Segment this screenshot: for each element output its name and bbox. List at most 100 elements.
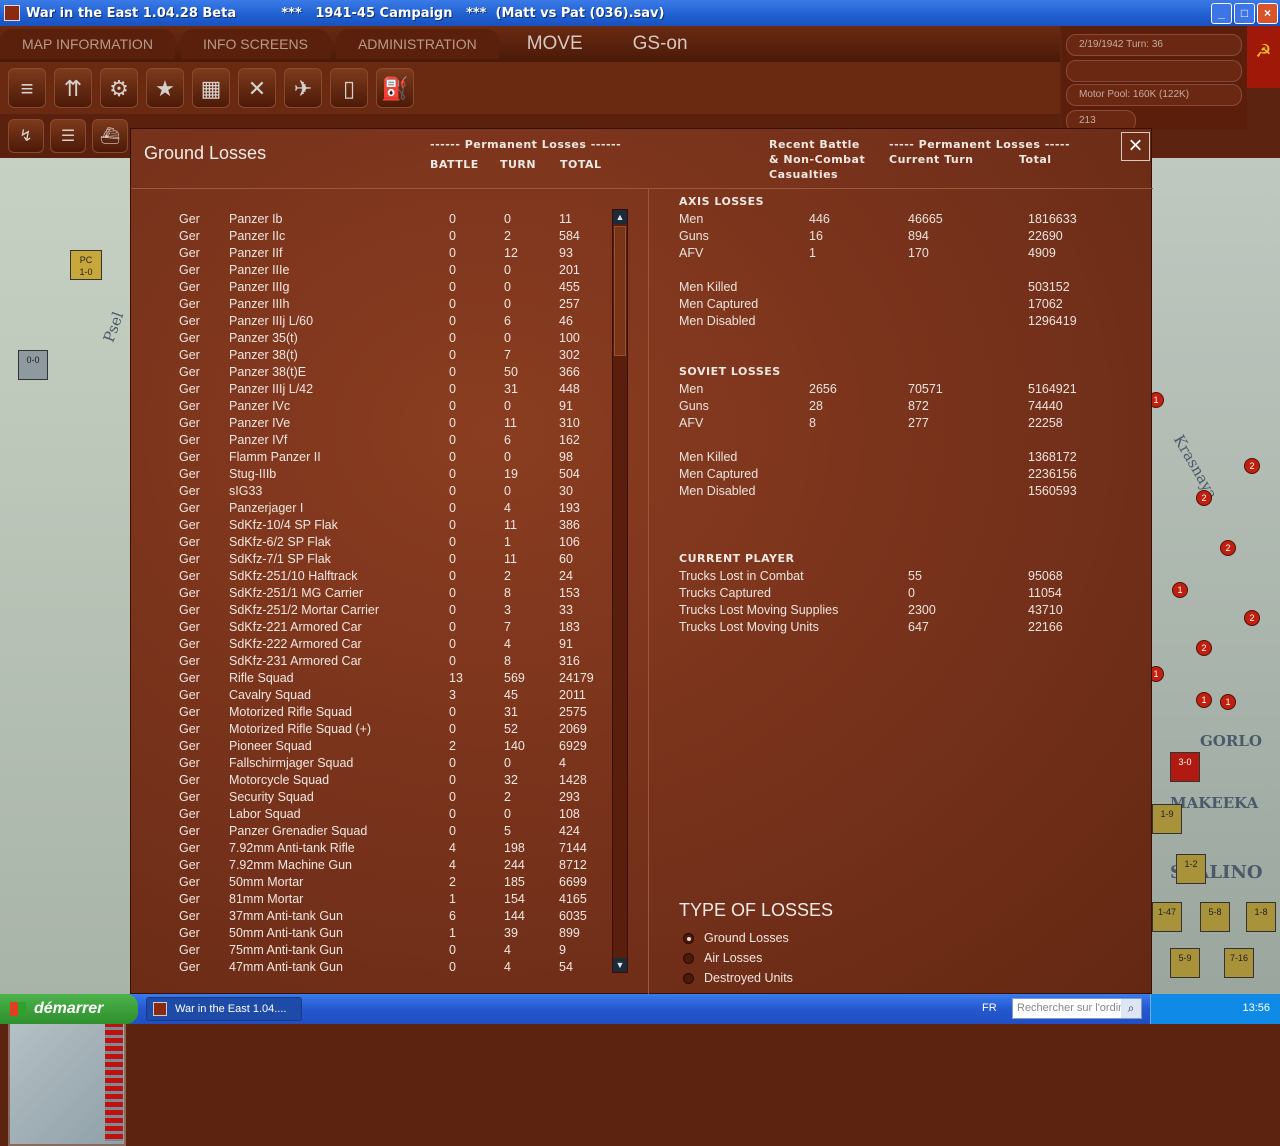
start-button[interactable]: démarrer — [0, 994, 138, 1024]
rail-icon[interactable]: ☰ — [50, 119, 86, 153]
table-row[interactable]: Ger Rifle Squad 13 569 24179 — [131, 670, 631, 687]
table-row[interactable]: Ger Panzer IVf 0 6 162 — [131, 432, 631, 449]
table-row[interactable]: Ger 81mm Mortar 1 154 4165 — [131, 891, 631, 908]
map-unit[interactable]: 3-0 — [1170, 752, 1200, 782]
aircraft-icon[interactable]: ✈ — [284, 68, 322, 108]
table-row[interactable]: Ger Security Squad 0 2 293 — [131, 789, 631, 806]
table-row[interactable]: Ger 50mm Anti-tank Gun 1 39 899 — [131, 925, 631, 942]
enemy-marker[interactable]: 2 — [1196, 490, 1212, 506]
enemy-marker[interactable]: 2 — [1220, 540, 1236, 556]
table-row[interactable]: Ger Panzer IIIh 0 0 257 — [131, 296, 631, 313]
radio-air-losses[interactable]: Air Losses — [679, 948, 762, 968]
losses-list[interactable]: Ger Panzer Ib 0 0 11 Ger Panzer IIc 0 2 584 Ger Pan… — [131, 211, 631, 976]
scroll-down-arrow-icon[interactable]: ▼ — [613, 958, 627, 972]
table-row[interactable]: Ger 47mm Anti-tank Gun 0 4 54 — [131, 959, 631, 976]
table-row[interactable]: Ger Labor Squad 0 0 108 — [131, 806, 631, 823]
crossed-swords-icon[interactable]: ✕ — [238, 68, 276, 108]
table-row[interactable]: Ger Motorized Rifle Squad 0 31 2575 — [131, 704, 631, 721]
map-unit[interactable]: 1-47 — [1152, 902, 1182, 932]
table-row[interactable]: Ger Flamm Panzer II 0 0 98 — [131, 449, 631, 466]
scrollbar-thumb[interactable] — [614, 226, 626, 356]
table-row[interactable]: Ger Panzer Ib 0 0 11 — [131, 211, 631, 228]
map-unit[interactable]: 0-0 — [18, 350, 48, 380]
taskbar-item-game[interactable]: War in the East 1.04.... — [146, 997, 302, 1021]
scroll-up-arrow-icon[interactable]: ▲ — [613, 210, 627, 224]
table-row[interactable]: Ger Panzer Grenadier Squad 0 5 424 — [131, 823, 631, 840]
table-row[interactable]: Ger Panzer IIIg 0 0 455 — [131, 279, 631, 296]
arrows-up-icon[interactable]: ⇈ — [54, 68, 92, 108]
tab-administration[interactable]: ADMINISTRATION — [335, 29, 499, 59]
table-row[interactable]: Ger SdKfz-221 Armored Car 0 7 183 — [131, 619, 631, 636]
losses-scrollbar[interactable]: ▲ ▼ — [612, 209, 628, 973]
table-row[interactable]: Ger Panzer IIIj L/42 0 31 448 — [131, 381, 631, 398]
table-row[interactable]: Ger Panzer IIIe 0 0 201 — [131, 262, 631, 279]
table-row[interactable]: Ger SdKfz-7/1 SP Flak 0 11 60 — [131, 551, 631, 568]
search-icon[interactable]: ⌕ — [1121, 999, 1141, 1018]
dialog-close-button[interactable]: × — [1121, 132, 1150, 161]
table-row[interactable]: Ger SdKfz-222 Armored Car 0 4 91 — [131, 636, 631, 653]
table-row[interactable]: Ger Panzer IVe 0 11 310 — [131, 415, 631, 432]
map-unit[interactable]: 5-8 — [1200, 902, 1230, 932]
tab-map-information[interactable]: MAP INFORMATION — [0, 29, 175, 59]
table-row[interactable]: Ger Pioneer Squad 2 140 6929 — [131, 738, 631, 755]
gs-on-toggle[interactable]: GS-on — [611, 29, 710, 59]
table-row[interactable]: Ger Panzer IVc 0 0 91 — [131, 398, 631, 415]
table-row[interactable]: Ger 7.92mm Anti-tank Rifle 4 198 7144 — [131, 840, 631, 857]
map-unit[interactable]: 1-9 — [1152, 804, 1182, 834]
window-close-button[interactable]: × — [1257, 3, 1278, 24]
table-row[interactable]: Ger 7.92mm Machine Gun 4 244 8712 — [131, 857, 631, 874]
table-row[interactable]: Ger Panzer IIIj L/60 0 6 46 — [131, 313, 631, 330]
table-row[interactable]: Ger Motorized Rifle Squad (+) 0 52 2069 — [131, 721, 631, 738]
table-row[interactable]: Ger 37mm Anti-tank Gun 6 144 6035 — [131, 908, 631, 925]
taskbar-search-input[interactable]: Rechercher sur l'ordin ⌕ — [1012, 998, 1142, 1019]
table-row[interactable]: Ger SdKfz-251/2 Mortar Carrier 0 3 33 — [131, 602, 631, 619]
radio-destroyed-units[interactable]: Destroyed Units — [679, 968, 793, 988]
ship-icon[interactable]: ⛴ — [92, 119, 128, 153]
map-unit[interactable]: 1-2 — [1176, 854, 1206, 884]
table-row[interactable]: Ger Panzerjager I 0 4 193 — [131, 500, 631, 517]
table-row[interactable]: Ger Panzer 35(t) 0 0 100 — [131, 330, 631, 347]
table-row[interactable]: Ger SdKfz-6/2 SP Flak 0 1 106 — [131, 534, 631, 551]
table-row[interactable]: Ger SdKfz-251/10 Halftrack 0 2 24 — [131, 568, 631, 585]
enemy-marker[interactable]: 2 — [1196, 640, 1212, 656]
table-row[interactable]: Ger Stug-IIIb 0 19 504 — [131, 466, 631, 483]
table-row[interactable]: Ger sIG33 0 0 30 — [131, 483, 631, 500]
fuel-pump-icon[interactable]: ⛽ — [376, 68, 414, 108]
radio-selected-icon[interactable] — [683, 933, 694, 944]
table-row[interactable]: Ger Panzer 38(t)E 0 50 366 — [131, 364, 631, 381]
enemy-marker[interactable]: 2 — [1244, 458, 1260, 474]
mode-move-label[interactable]: MOVE — [505, 29, 605, 59]
table-row[interactable]: Ger SdKfz-231 Armored Car 0 8 316 — [131, 653, 631, 670]
radio-ground-losses[interactable]: Ground Losses — [679, 928, 789, 948]
table-row[interactable]: Ger Panzer IIc 0 2 584 — [131, 228, 631, 245]
table-row[interactable]: Ger Motorcycle Squad 0 32 1428 — [131, 772, 631, 789]
table-row[interactable]: Ger SdKfz-251/1 MG Carrier 0 8 153 — [131, 585, 631, 602]
radio-unselected-icon[interactable] — [683, 953, 694, 964]
minimize-button[interactable]: _ — [1211, 3, 1232, 24]
fuel-can-icon[interactable]: ▯ — [330, 68, 368, 108]
enemy-marker[interactable]: 1 — [1220, 694, 1236, 710]
gear-icon[interactable]: ⚙ — [100, 68, 138, 108]
enemy-marker[interactable]: 1 — [1196, 692, 1212, 708]
tab-info-screens[interactable]: INFO SCREENS — [180, 29, 330, 59]
table-row[interactable]: Ger Panzer IIf 0 12 93 — [131, 245, 631, 262]
enemy-marker[interactable]: 1 — [1172, 582, 1188, 598]
table-row[interactable]: Ger SdKfz-10/4 SP Flak 0 11 386 — [131, 517, 631, 534]
map-unit[interactable]: 7-16 — [1224, 948, 1254, 978]
grid-icon[interactable]: ▦ — [192, 68, 230, 108]
map-unit[interactable]: 5-9 — [1170, 948, 1200, 978]
language-indicator[interactable]: FR — [982, 1002, 997, 1014]
map-unit[interactable]: 1-8 — [1246, 902, 1276, 932]
maximize-button[interactable]: □ — [1234, 3, 1255, 24]
radio-unselected-icon[interactable] — [683, 973, 694, 984]
stack-icon[interactable]: ≡ — [8, 68, 46, 108]
map-left-area[interactable] — [0, 158, 130, 994]
table-row[interactable]: Ger Cavalry Squad 3 45 2011 — [131, 687, 631, 704]
move-arrow-icon[interactable]: ↯ — [8, 119, 44, 153]
table-row[interactable]: Ger Fallschirmjager Squad 0 0 4 — [131, 755, 631, 772]
star-icon[interactable]: ★ — [146, 68, 184, 108]
enemy-marker[interactable]: 2 — [1244, 610, 1260, 626]
map-unit[interactable]: PC 1-0 — [70, 250, 102, 280]
table-row[interactable]: Ger 75mm Anti-tank Gun 0 4 9 — [131, 942, 631, 959]
table-row[interactable]: Ger 50mm Mortar 2 185 6699 — [131, 874, 631, 891]
